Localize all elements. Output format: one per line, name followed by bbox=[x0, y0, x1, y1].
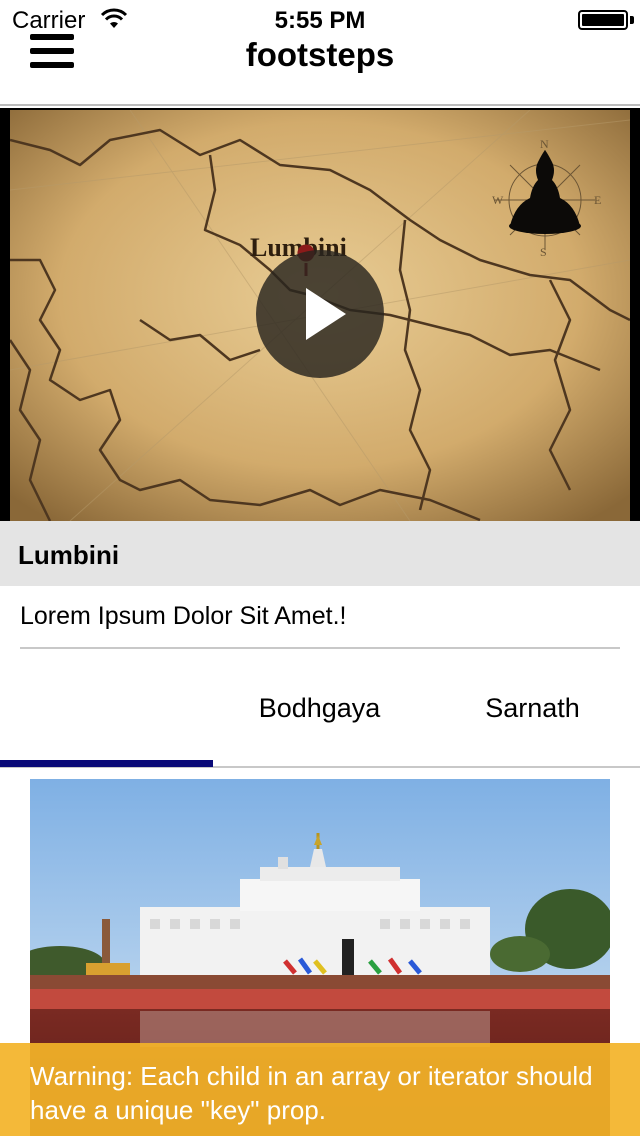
status-bar: Carrier 5:55 PM bbox=[0, 0, 640, 40]
divider bbox=[20, 647, 620, 649]
battery-nub bbox=[630, 16, 634, 24]
svg-text:W: W bbox=[492, 193, 504, 207]
warning-banner[interactable]: Warning: Each child in an array or itera… bbox=[0, 1043, 640, 1136]
warning-text: Warning: Each child in an array or itera… bbox=[30, 1061, 593, 1125]
svg-text:S: S bbox=[540, 245, 547, 259]
svg-text:E: E bbox=[594, 193, 601, 207]
location-tabs: Bodhgaya Sarnath bbox=[0, 660, 640, 768]
battery-icon bbox=[578, 10, 628, 30]
svg-text:N: N bbox=[540, 137, 549, 151]
tab-indicator bbox=[0, 760, 213, 767]
play-icon bbox=[306, 288, 346, 340]
status-time: 5:55 PM bbox=[274, 7, 366, 34]
tab-sarnath[interactable]: Sarnath bbox=[426, 660, 639, 760]
location-title: Lumbini bbox=[18, 540, 120, 570]
app-title: footsteps bbox=[245, 36, 395, 73]
nav-bar: footsteps bbox=[0, 34, 640, 106]
location-header: Lumbini bbox=[0, 521, 640, 586]
play-button[interactable] bbox=[256, 250, 384, 378]
tab-bodhgaya[interactable]: Bodhgaya bbox=[213, 660, 426, 760]
video-player[interactable]: Lumbini N W E S bbox=[0, 108, 640, 521]
location-description: Lorem Ipsum Dolor Sit Amet.! bbox=[20, 602, 347, 630]
tab-lumbini[interactable] bbox=[0, 660, 213, 760]
